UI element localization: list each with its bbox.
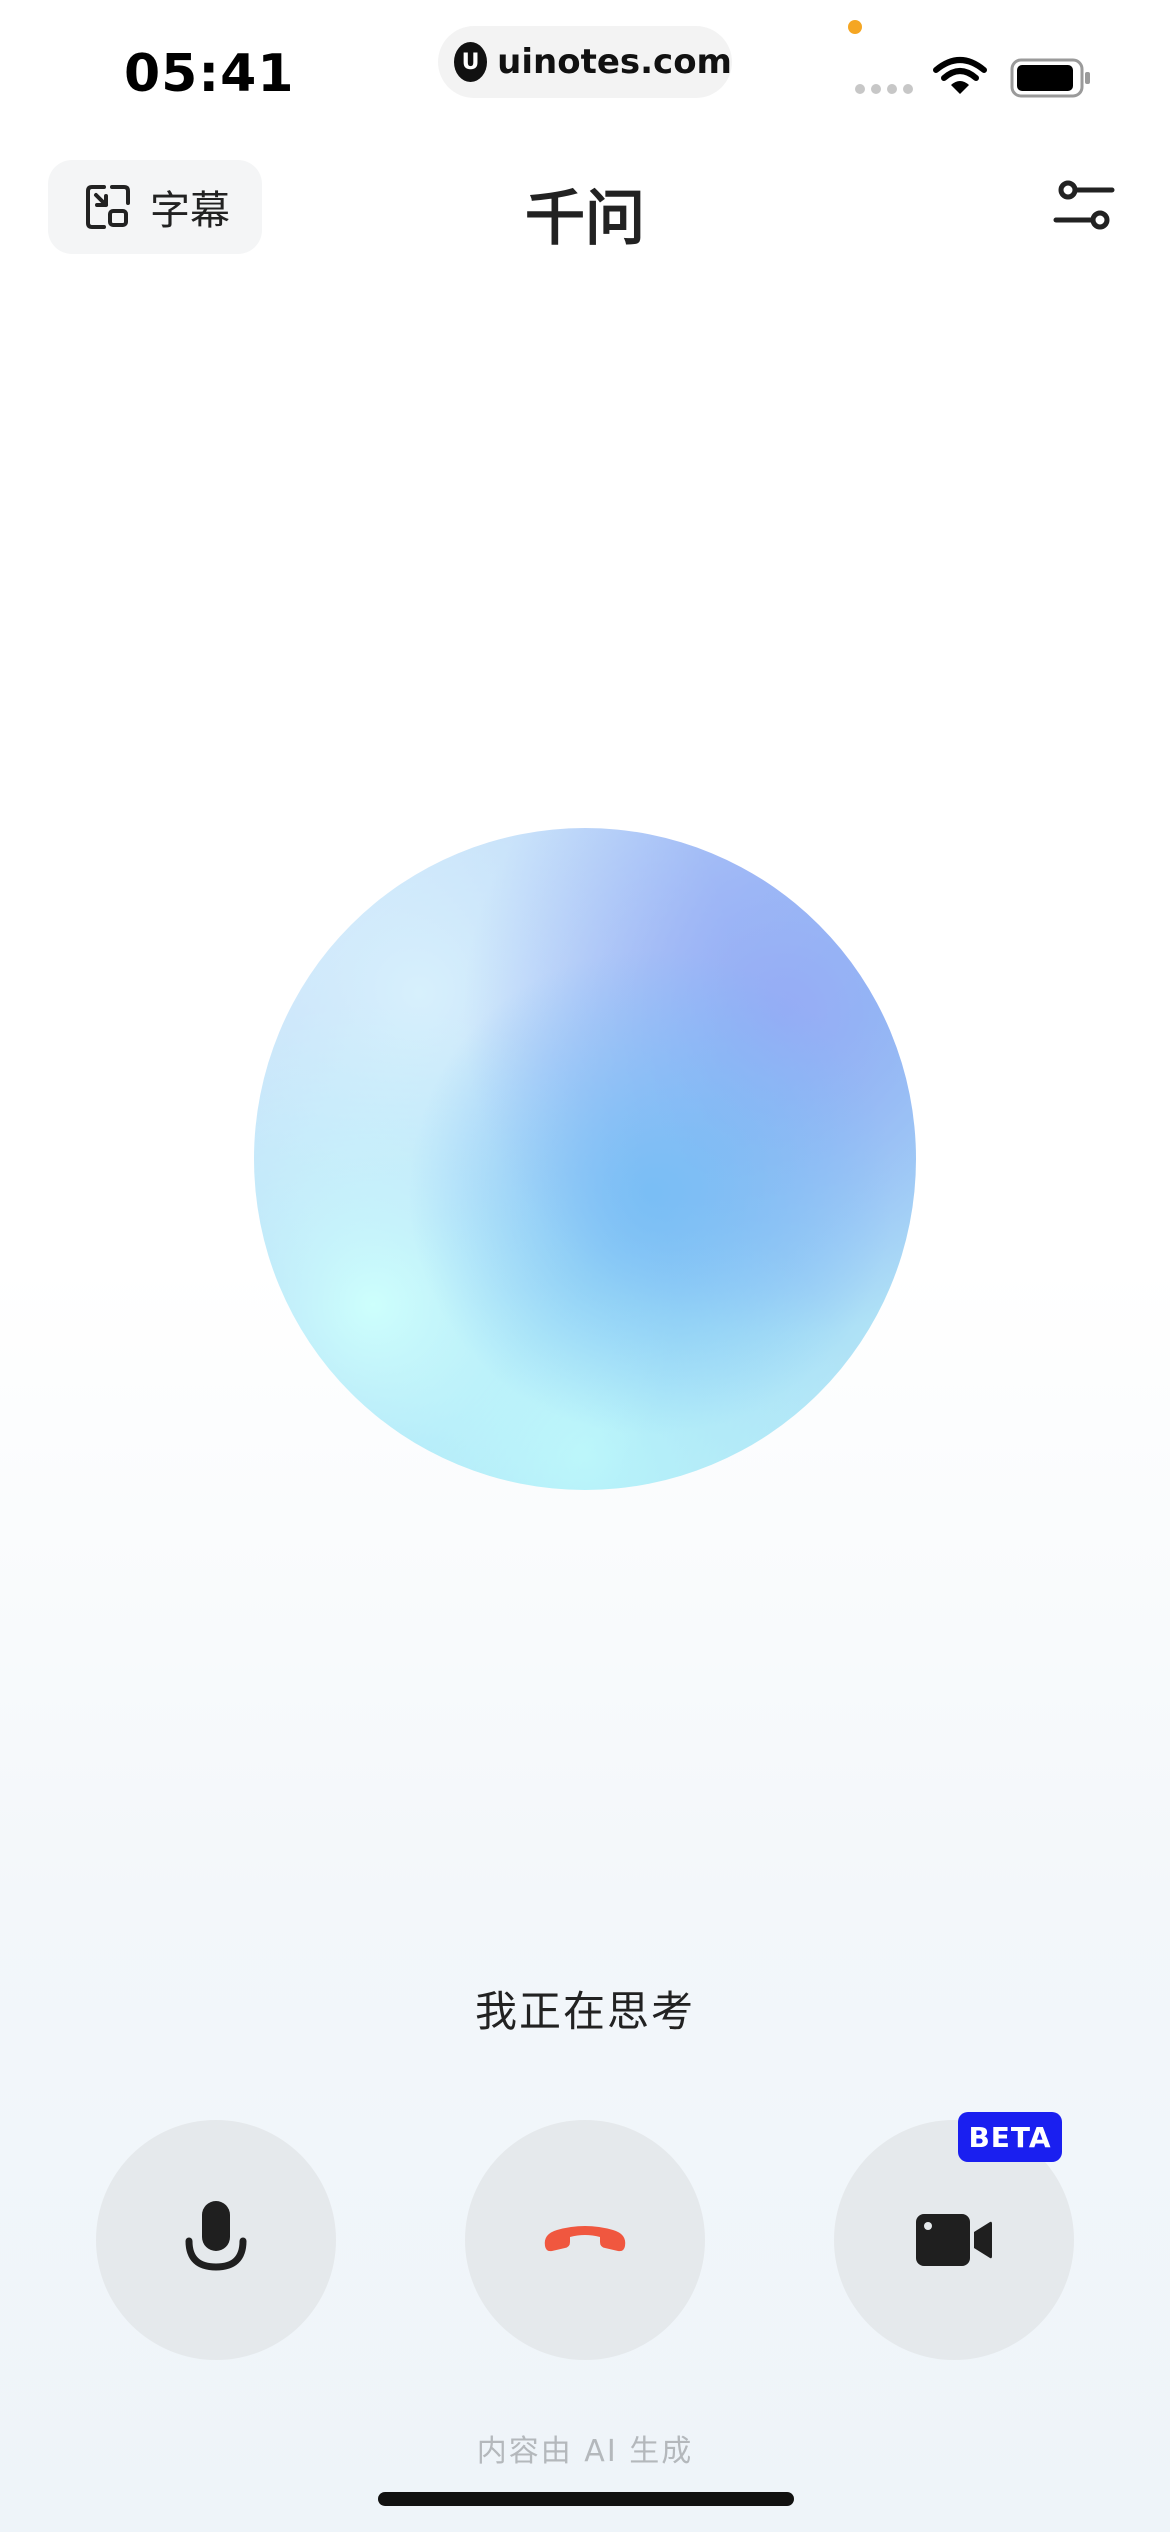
phone-hangup-icon bbox=[544, 2226, 626, 2252]
beta-badge: BETA bbox=[958, 2112, 1062, 2162]
microphone-icon bbox=[185, 2201, 247, 2271]
privacy-indicator-dot bbox=[848, 20, 862, 34]
wifi-icon bbox=[933, 57, 987, 94]
page-title: 千问 bbox=[525, 184, 645, 254]
hang-up-button[interactable] bbox=[465, 2120, 705, 2360]
site-logo-icon: U bbox=[454, 42, 488, 82]
url-text: uinotes.com bbox=[497, 42, 732, 82]
home-indicator[interactable] bbox=[378, 2492, 794, 2506]
assistant-status-text: 我正在思考 bbox=[474, 1987, 695, 2036]
status-time: 05:41 bbox=[124, 44, 295, 104]
ai-disclaimer: 内容由 AI 生成 bbox=[476, 2434, 694, 2469]
voice-orb bbox=[254, 828, 916, 1490]
video-camera-icon bbox=[916, 2214, 992, 2266]
microphone-button[interactable] bbox=[96, 2120, 336, 2360]
url-pill[interactable]: U uinotes.com bbox=[438, 26, 732, 98]
cellular-signal-icon bbox=[855, 84, 913, 94]
sliders-icon[interactable] bbox=[1052, 174, 1116, 238]
battery-icon bbox=[1010, 58, 1090, 98]
